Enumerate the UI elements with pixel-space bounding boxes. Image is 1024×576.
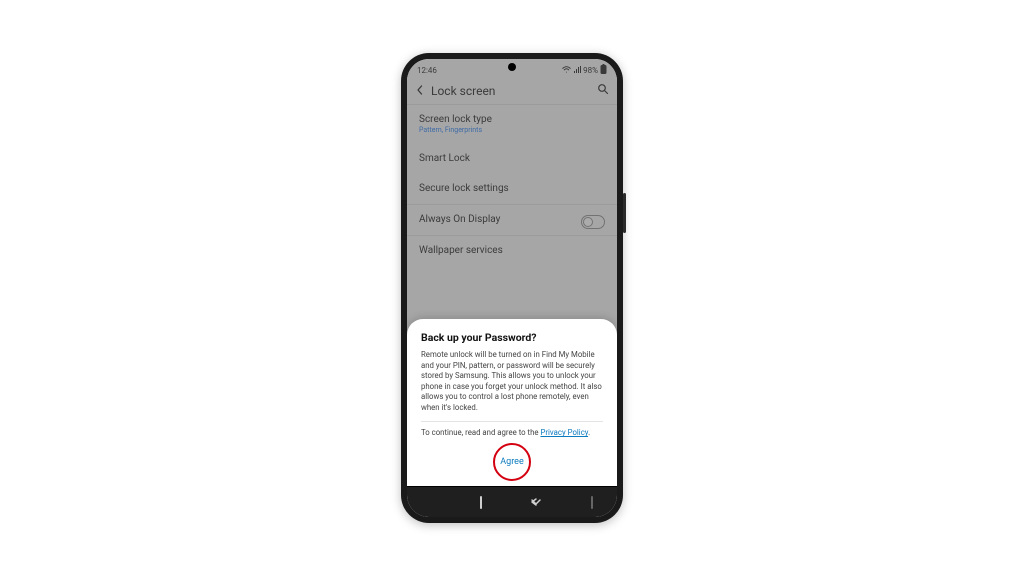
power-button (623, 193, 626, 233)
consent-suffix: . (588, 428, 590, 437)
screen: 12:46 98% (407, 59, 617, 517)
front-camera (508, 63, 516, 71)
sheet-body: Remote unlock will be turned on in Find … (421, 350, 603, 413)
nav-back-icon[interactable] (530, 497, 542, 507)
divider (421, 421, 603, 422)
nav-keyboard-icon[interactable] (591, 497, 593, 508)
privacy-policy-link[interactable]: Privacy Policy (540, 428, 588, 437)
sheet-title: Back up your Password? (421, 331, 603, 344)
nav-bar (407, 486, 617, 517)
consent-prefix: To continue, read and agree to the (421, 428, 540, 437)
agree-highlight: Agree (493, 443, 531, 481)
bottom-sheet: Back up your Password? Remote unlock wil… (407, 319, 617, 487)
nav-home-icon[interactable] (480, 497, 482, 508)
agree-button[interactable]: Agree (500, 457, 523, 467)
phone-frame: 12:46 98% (401, 53, 623, 523)
sheet-consent: To continue, read and agree to the Priva… (421, 428, 603, 439)
